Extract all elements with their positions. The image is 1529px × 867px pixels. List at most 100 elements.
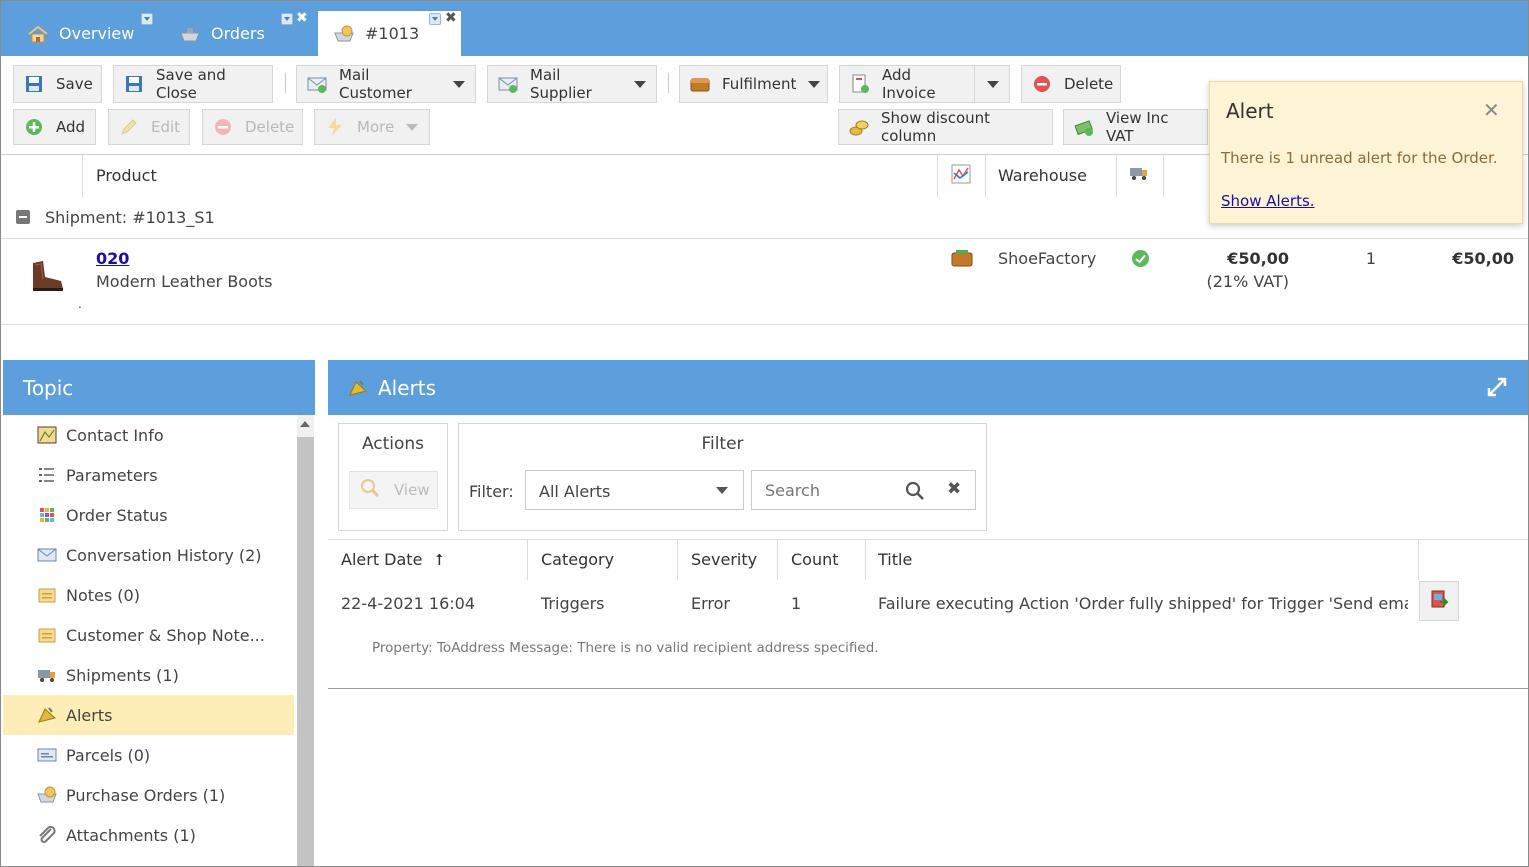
collapse-group-icon[interactable] bbox=[16, 210, 30, 224]
severity-cell: Error bbox=[691, 594, 730, 613]
topic-item-parameters[interactable]: Parameters bbox=[3, 455, 294, 495]
truck-icon bbox=[37, 666, 57, 684]
floppy-disk-icon bbox=[24, 74, 44, 94]
topic-item-contact-info[interactable]: Contact Info bbox=[3, 415, 294, 455]
product-thumbnail[interactable] bbox=[27, 259, 67, 297]
search-icon[interactable] bbox=[905, 481, 925, 505]
list-icon bbox=[37, 466, 57, 484]
clear-search-icon[interactable]: ✖ bbox=[947, 479, 961, 499]
search-input[interactable] bbox=[753, 472, 893, 508]
save-and-close-button[interactable]: Save and Close bbox=[113, 65, 273, 103]
topic-item-customer-shop-notes[interactable]: Customer & Shop Note... bbox=[3, 615, 294, 655]
tab-menu-button[interactable] bbox=[429, 13, 441, 25]
tab-bar: Overview Orders ✖ #1013 ✖ bbox=[1, 1, 1528, 56]
pencil-icon bbox=[119, 117, 139, 137]
invoice-icon bbox=[850, 74, 870, 94]
grid-divider bbox=[328, 539, 1528, 540]
topic-item-order-status[interactable]: Order Status bbox=[3, 495, 294, 535]
topic-title: Topic bbox=[23, 376, 74, 400]
actions-group: Actions View bbox=[338, 423, 448, 531]
parcel-icon bbox=[37, 746, 57, 764]
tab-orders[interactable]: Orders bbox=[179, 11, 265, 56]
topic-item-attachments[interactable]: Attachments (1) bbox=[3, 815, 294, 855]
column-header-alert-date[interactable]: Alert Date ⭡ bbox=[341, 550, 443, 570]
vat-rate: (21% VAT) bbox=[1206, 272, 1289, 291]
column-header-product[interactable]: Product bbox=[96, 166, 157, 185]
view-button[interactable]: View bbox=[349, 471, 438, 509]
actions-label: Actions bbox=[361, 434, 425, 454]
fulfilment-button[interactable]: Fulfilment bbox=[679, 65, 828, 103]
scrollbar-thumb[interactable] bbox=[297, 437, 314, 866]
search-field[interactable]: ✖ bbox=[751, 470, 976, 510]
chevron-down-icon bbox=[987, 80, 999, 88]
filter-select-value: All Alerts bbox=[539, 482, 611, 501]
add-invoice-button[interactable]: Add Invoice bbox=[839, 65, 975, 103]
delete-row-button[interactable]: Delete bbox=[202, 109, 303, 145]
tab-menu-button[interactable] bbox=[281, 13, 293, 25]
toolbar-separator bbox=[668, 73, 669, 93]
title-cell: Failure executing Action 'Order fully sh… bbox=[878, 594, 1408, 613]
expand-icon[interactable] bbox=[1486, 376, 1508, 403]
save-button[interactable]: Save bbox=[13, 65, 102, 103]
mail-customer-button[interactable]: Mail Customer bbox=[296, 65, 476, 103]
note-icon bbox=[37, 626, 57, 644]
close-tab-icon[interactable]: ✖ bbox=[445, 10, 457, 26]
show-alerts-link[interactable]: Show Alerts. bbox=[1221, 192, 1315, 210]
scroll-up-icon[interactable] bbox=[300, 421, 310, 427]
toolbar-separator bbox=[285, 73, 286, 93]
column-divider bbox=[1116, 155, 1117, 197]
product-dot: . bbox=[78, 297, 82, 311]
column-header-count[interactable]: Count bbox=[791, 550, 839, 569]
close-icon[interactable]: ✕ bbox=[1483, 98, 1500, 122]
add-invoice-dropdown[interactable] bbox=[974, 65, 1010, 103]
topic-item-parcels[interactable]: Parcels (0) bbox=[3, 735, 294, 775]
topic-item-alerts[interactable]: Alerts bbox=[3, 695, 294, 735]
column-header-warehouse[interactable]: Warehouse bbox=[998, 166, 1087, 185]
topic-item-notes[interactable]: Notes (0) bbox=[3, 575, 294, 615]
column-divider bbox=[527, 540, 528, 580]
tab-menu-button[interactable] bbox=[141, 13, 153, 25]
shipment-group-label: Shipment: #1013_S1 bbox=[45, 208, 215, 227]
column-header-severity[interactable]: Severity bbox=[691, 550, 757, 569]
column-divider bbox=[985, 155, 986, 197]
open-alert-button[interactable] bbox=[1419, 581, 1459, 621]
column-divider bbox=[865, 540, 866, 580]
unit-price: €50,00 bbox=[1227, 249, 1289, 268]
paperclip-icon bbox=[37, 825, 57, 844]
product-code-link[interactable]: 020 bbox=[96, 249, 129, 268]
topic-item-shipments[interactable]: Shipments (1) bbox=[3, 655, 294, 695]
edit-button[interactable]: Edit bbox=[108, 109, 190, 145]
more-button[interactable]: More bbox=[314, 109, 430, 145]
filter-select[interactable]: All Alerts bbox=[525, 470, 744, 510]
filter-label: Filter: bbox=[469, 482, 514, 501]
mail-supplier-button[interactable]: Mail Supplier bbox=[487, 65, 657, 103]
delete-icon bbox=[213, 117, 233, 137]
sort-ascending-icon[interactable]: ⭡ bbox=[436, 550, 444, 569]
column-header-title[interactable]: Title bbox=[878, 550, 912, 569]
chart-column-icon bbox=[951, 164, 971, 188]
view-inc-vat-button[interactable]: View Inc VAT bbox=[1063, 109, 1208, 145]
show-discount-column-button[interactable]: Show discount column bbox=[838, 109, 1053, 145]
add-button[interactable]: Add bbox=[13, 109, 96, 145]
topic-item-conversation-history[interactable]: Conversation History (2) bbox=[3, 535, 294, 575]
chevron-down-icon bbox=[406, 123, 419, 131]
coins-icon bbox=[849, 117, 869, 137]
filter-title: Filter bbox=[701, 434, 744, 454]
count-cell: 1 bbox=[791, 594, 802, 613]
mail-icon bbox=[307, 74, 327, 94]
check-icon bbox=[1131, 249, 1150, 272]
alerts-panel-title: Alerts bbox=[378, 376, 437, 400]
line-total: €50,00 bbox=[1452, 249, 1514, 268]
topic-item-purchase-orders[interactable]: Purchase Orders (1) bbox=[3, 775, 294, 815]
delete-order-button[interactable]: Delete bbox=[1021, 65, 1121, 103]
lightning-icon bbox=[325, 117, 345, 137]
chevron-down-icon bbox=[634, 80, 646, 88]
column-divider bbox=[1163, 155, 1164, 197]
tab-overview[interactable]: Overview bbox=[27, 11, 134, 56]
chevron-down-icon bbox=[716, 487, 728, 494]
column-header-category[interactable]: Category bbox=[541, 550, 614, 569]
alert-popup-title: Alert bbox=[1226, 99, 1274, 123]
close-tab-icon[interactable]: ✖ bbox=[296, 10, 308, 26]
truck-column-icon bbox=[1129, 165, 1149, 185]
alert-popup-message: There is 1 unread alert for the Order. bbox=[1221, 149, 1498, 167]
